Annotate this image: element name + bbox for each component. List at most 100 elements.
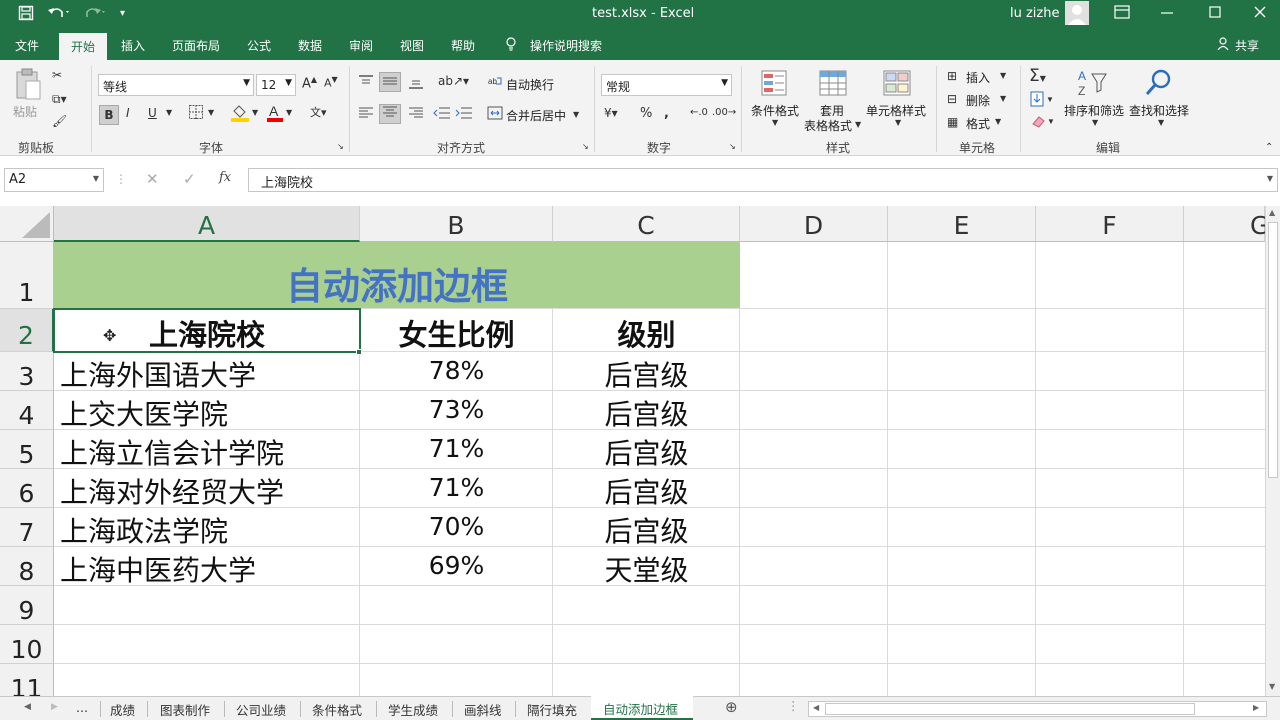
- format-painter-icon[interactable]: 🖌: [52, 114, 67, 128]
- cell-c7[interactable]: 后宫级: [553, 510, 740, 550]
- cell-a7[interactable]: 上海政法学院: [60, 510, 228, 550]
- align-top-icon[interactable]: [358, 74, 374, 93]
- row-header-11[interactable]: 11: [0, 664, 54, 696]
- hscroll-thumb[interactable]: [825, 703, 1195, 715]
- cell-b8[interactable]: 69%: [360, 551, 553, 580]
- cell-b6[interactable]: 71%: [360, 473, 553, 502]
- currency-icon[interactable]: ¥▾: [604, 106, 618, 120]
- scroll-down-icon[interactable]: ▼: [1269, 682, 1275, 691]
- row-header-4[interactable]: 4: [0, 391, 54, 430]
- sheet-ellipsis[interactable]: ...: [76, 700, 88, 715]
- tell-me-search[interactable]: 操作说明搜索: [530, 37, 602, 54]
- column-header-f[interactable]: F: [1036, 206, 1184, 242]
- cell-styles-icon[interactable]: [882, 69, 912, 100]
- scroll-thumb[interactable]: [1268, 222, 1278, 478]
- column-header-d[interactable]: D: [740, 206, 888, 242]
- format-cells-button[interactable]: 格式: [966, 115, 990, 132]
- sheet-tab[interactable]: 公司业绩: [236, 700, 286, 719]
- merge-center-icon[interactable]: [487, 106, 503, 123]
- sheet-tab[interactable]: 学生成绩: [388, 700, 438, 719]
- row-header-10[interactable]: 10: [0, 625, 54, 664]
- sheet-tab[interactable]: 隔行填充: [527, 700, 577, 719]
- dialog-launcher-icon[interactable]: ↘: [337, 142, 344, 151]
- chevron-down-icon[interactable]: ▼: [573, 110, 579, 119]
- increase-font-icon[interactable]: A▲: [302, 75, 317, 91]
- select-all-button[interactable]: [0, 206, 54, 242]
- format-as-table-icon[interactable]: [818, 69, 848, 100]
- conditional-format-icon[interactable]: [760, 69, 788, 100]
- tab-view[interactable]: 视图: [400, 37, 424, 54]
- undo-icon[interactable]: [47, 5, 71, 25]
- name-box[interactable]: A2 ▼: [4, 168, 104, 192]
- row-header-6[interactable]: 6: [0, 469, 54, 508]
- new-sheet-icon[interactable]: ⊕: [725, 698, 738, 716]
- insert-cells-button[interactable]: 插入: [966, 69, 990, 86]
- customize-icon[interactable]: ▾: [120, 8, 125, 19]
- copy-icon[interactable]: ⧉▾: [52, 92, 67, 107]
- phonetic-icon[interactable]: 文▾: [310, 104, 327, 120]
- comma-style-icon[interactable]: ,: [664, 106, 669, 121]
- sheet-tab[interactable]: 画斜线: [464, 700, 502, 719]
- delete-cells-icon[interactable]: ⊟: [947, 92, 957, 106]
- cell-b5[interactable]: 71%: [360, 434, 553, 463]
- decrease-indent-icon[interactable]: [433, 106, 451, 123]
- underline-button[interactable]: U: [148, 106, 157, 120]
- autosum-icon[interactable]: Σ▼: [1029, 66, 1046, 86]
- save-icon[interactable]: [18, 5, 34, 25]
- chevron-down-icon[interactable]: ▼: [252, 108, 258, 117]
- row-header-7[interactable]: 7: [0, 508, 54, 547]
- chevron-down-icon[interactable]: ▼: [286, 108, 292, 117]
- cancel-icon[interactable]: ✕: [146, 170, 159, 188]
- row-header-9[interactable]: 9: [0, 586, 54, 625]
- tab-page-layout[interactable]: 页面布局: [172, 37, 220, 54]
- sort-filter-icon[interactable]: AZ: [1076, 68, 1108, 101]
- enter-icon[interactable]: ✓: [183, 170, 196, 188]
- row-header-3[interactable]: 3: [0, 352, 54, 391]
- row-header-8[interactable]: 8: [0, 547, 54, 586]
- column-header-g[interactable]: G: [1184, 206, 1265, 242]
- paste-icon[interactable]: [14, 68, 42, 105]
- insert-function-icon[interactable]: fx: [219, 170, 231, 185]
- column-header-e[interactable]: E: [888, 206, 1036, 242]
- row-header-2[interactable]: 2: [0, 309, 54, 352]
- border-icon[interactable]: [188, 104, 204, 123]
- tab-review[interactable]: 审阅: [349, 37, 373, 54]
- chevron-down-icon[interactable]: ▼: [855, 120, 861, 129]
- collapse-ribbon-icon[interactable]: ⌃: [1265, 142, 1273, 153]
- cell-c8[interactable]: 天堂级: [553, 549, 740, 589]
- chevron-down-icon[interactable]: ▼: [208, 108, 214, 117]
- find-select-button[interactable]: 查找和选择: [1129, 102, 1189, 119]
- cell-b7[interactable]: 70%: [360, 512, 553, 541]
- cell-c6[interactable]: 后宫级: [553, 471, 740, 511]
- chevron-down-icon[interactable]: ▼: [1000, 71, 1006, 80]
- minimize-icon[interactable]: [1160, 5, 1174, 23]
- align-center-icon[interactable]: [379, 104, 401, 124]
- fill-handle[interactable]: [356, 349, 362, 355]
- cell-b3[interactable]: 78%: [360, 356, 553, 385]
- chevron-down-icon[interactable]: ▼: [895, 118, 901, 127]
- row-header-5[interactable]: 5: [0, 430, 54, 469]
- maximize-icon[interactable]: [1208, 5, 1222, 23]
- cell-a5[interactable]: 上海立信会计学院: [60, 432, 284, 472]
- font-size-select[interactable]: 12 ▼: [256, 74, 296, 96]
- orientation-icon[interactable]: ab↗▾: [438, 74, 469, 88]
- paste-label[interactable]: 粘贴: [13, 103, 37, 120]
- cell-b4[interactable]: 73%: [360, 395, 553, 424]
- cell-a3[interactable]: 上海外国语大学: [60, 354, 256, 394]
- tab-home[interactable]: 开始: [59, 33, 108, 60]
- prev-sheet-icon[interactable]: ◀: [24, 702, 31, 712]
- tab-help[interactable]: 帮助: [451, 37, 475, 54]
- tab-file[interactable]: 文件: [15, 37, 39, 54]
- format-cells-icon[interactable]: ▦: [947, 115, 958, 129]
- next-sheet-icon[interactable]: ▶: [51, 702, 58, 712]
- fill-color-icon[interactable]: [230, 104, 250, 125]
- chevron-down-icon[interactable]: ▼: [1092, 118, 1098, 127]
- tab-data[interactable]: 数据: [298, 37, 322, 54]
- find-select-icon[interactable]: [1144, 68, 1174, 101]
- insert-cells-icon[interactable]: ⊞: [947, 69, 957, 83]
- cell-a8[interactable]: 上海中医药大学: [60, 549, 256, 589]
- sheet-tab-active[interactable]: 自动添加边框: [591, 696, 693, 720]
- share-icon[interactable]: [1217, 37, 1229, 53]
- chevron-down-icon[interactable]: ▼: [1000, 94, 1006, 103]
- ribbon-display-icon[interactable]: [1114, 5, 1130, 23]
